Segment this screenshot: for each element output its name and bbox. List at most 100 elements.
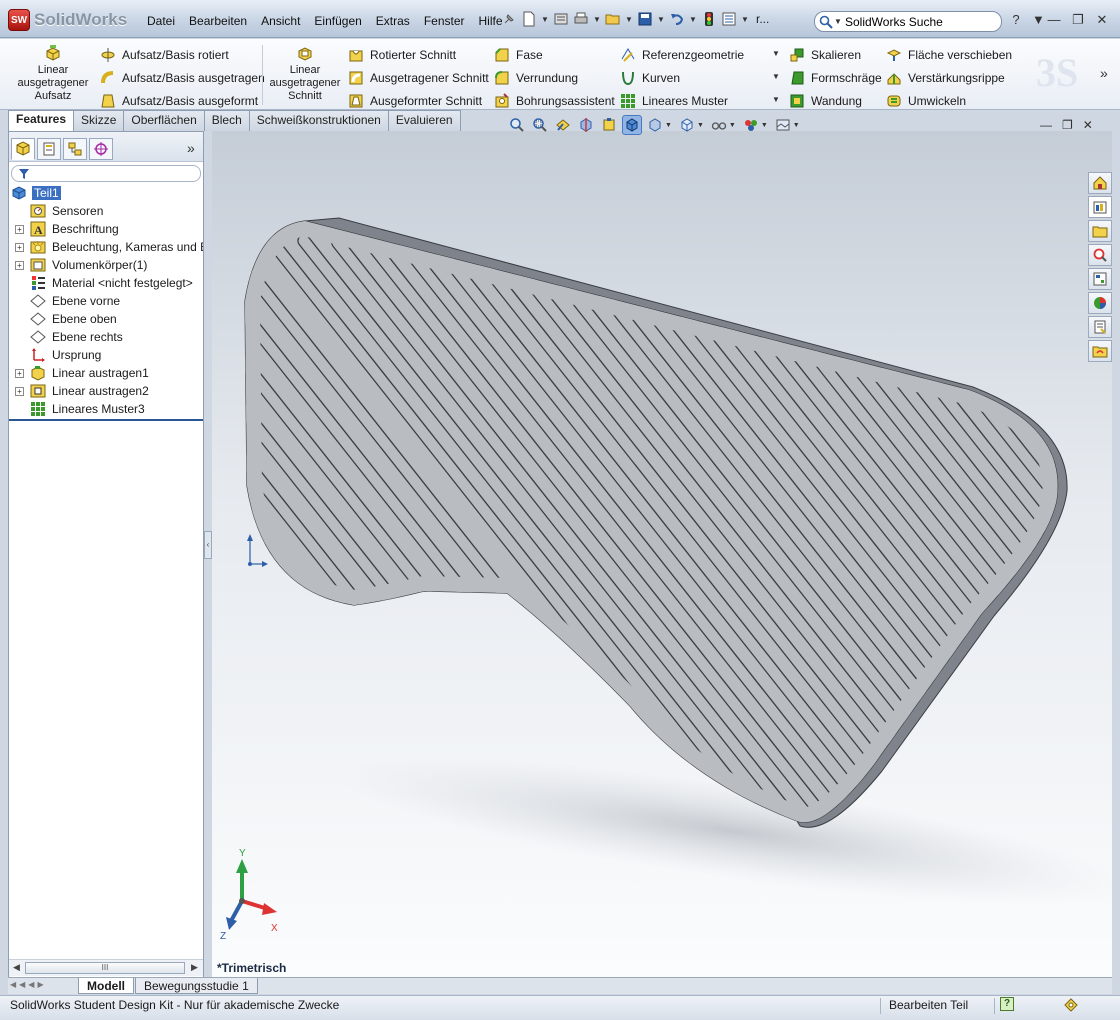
graphics-area[interactable]: Y X Z <box>212 131 1112 977</box>
search-box[interactable]: ▼ <box>814 11 1002 32</box>
tree-item-beschriftung[interactable]: + A Beschriftung <box>9 220 203 238</box>
open-folder-icon[interactable] <box>604 10 622 28</box>
tree-root-part[interactable]: Teil1 <box>9 184 203 202</box>
appearance-icon[interactable] <box>741 115 761 135</box>
options-icon[interactable] <box>720 10 738 28</box>
linear-pattern-dropdown[interactable]: ▼ <box>772 95 780 104</box>
hide-show-dropdown[interactable]: ▼ <box>697 122 704 129</box>
undo-dropdown-arrow[interactable]: ▼ <box>688 15 698 24</box>
close-button[interactable]: ✕ <box>1094 12 1110 28</box>
section-view-icon[interactable] <box>576 115 596 135</box>
fillet-button[interactable]: Verrundung <box>494 66 615 89</box>
doc-close-button[interactable]: ✕ <box>1083 118 1093 132</box>
print-setup-icon[interactable] <box>552 10 570 28</box>
view-orientation-icon[interactable] <box>622 115 642 135</box>
zoom-to-fit-icon[interactable] <box>507 115 527 135</box>
tab-modell[interactable]: Modell <box>78 978 134 994</box>
rib-button[interactable]: Verstärkungsrippe <box>886 66 1012 89</box>
expand-toggle[interactable]: + <box>15 369 24 378</box>
more-commands-chevron[interactable]: » <box>1100 65 1108 81</box>
chamfer-button[interactable]: Fase <box>494 43 615 66</box>
part-model-viewport[interactable]: Y X Z <box>212 131 1112 977</box>
save-dropdown-arrow[interactable]: ▼ <box>656 15 666 24</box>
revolved-cut-button[interactable]: Rotierter Schnitt <box>348 43 489 66</box>
pin-icon[interactable] <box>500 10 518 28</box>
help-dropdown-arrow[interactable]: ▼ <box>1032 12 1045 28</box>
menu-datei[interactable]: Datei <box>140 12 182 30</box>
expand-toggle[interactable]: + <box>15 261 24 270</box>
menu-fenster[interactable]: Fenster <box>417 12 472 30</box>
extruded-boss-button[interactable]: Linear ausgetragener Aufsatz <box>14 44 92 103</box>
tree-item-ebene-vorne[interactable]: Ebene vorne <box>9 292 203 310</box>
hole-wizard-button[interactable]: Bohrungsassistent <box>494 89 615 112</box>
doc-minimize-button[interactable]: — <box>1040 118 1052 132</box>
display-style-icon[interactable] <box>645 115 665 135</box>
configuration-manager-tab[interactable] <box>63 138 87 160</box>
wrap-button[interactable]: Umwickeln <box>886 89 1012 112</box>
menu-extras[interactable]: Extras <box>369 12 417 30</box>
reference-geometry-button[interactable]: Referenzgeometrie <box>620 43 744 66</box>
swept-cut-button[interactable]: Ausgetragener Schnitt <box>348 66 489 89</box>
search-input[interactable] <box>845 14 995 29</box>
print-dropdown-arrow[interactable]: ▼ <box>592 15 602 24</box>
minimize-button[interactable]: — <box>1046 12 1062 28</box>
tab-schweisskonstruktionen[interactable]: Schweißkonstruktionen <box>248 110 389 131</box>
expand-toggle[interactable]: + <box>15 225 24 234</box>
swept-boss-button[interactable]: Aufsatz/Basis ausgetragen <box>100 66 265 89</box>
task-pane-appearances[interactable] <box>1088 292 1112 314</box>
status-rebuild-icon[interactable] <box>1062 997 1080 1016</box>
new-dropdown-arrow[interactable]: ▼ <box>540 15 550 24</box>
linear-pattern-button[interactable]: Lineares Muster <box>620 89 744 112</box>
task-pane-file-explorer[interactable] <box>1088 220 1112 242</box>
tree-item-ebene-oben[interactable]: Ebene oben <box>9 310 203 328</box>
search-dropdown-arrow[interactable]: ▼ <box>833 17 843 26</box>
tree-item-ursprung[interactable]: Ursprung <box>9 346 203 364</box>
quick-access-overflow[interactable]: r... <box>756 12 769 26</box>
options-dropdown-arrow[interactable]: ▼ <box>740 15 750 24</box>
revolved-boss-button[interactable]: Aufsatz/Basis rotiert <box>100 43 265 66</box>
tab-navigation-arrows[interactable]: ◀◀◀▶ <box>10 980 47 989</box>
task-pane-recovery[interactable] <box>1088 340 1112 362</box>
expand-toggle[interactable]: + <box>15 243 24 252</box>
save-icon[interactable] <box>636 10 654 28</box>
open-dropdown-arrow[interactable]: ▼ <box>624 15 634 24</box>
new-document-icon[interactable] <box>520 10 538 28</box>
tree-item-linear-austragen2[interactable]: + Linear austragen2 <box>9 382 203 400</box>
tree-item-material[interactable]: Material <nicht festgelegt> <box>9 274 203 292</box>
horizontal-scrollbar[interactable]: ◀ III ▶ <box>9 959 203 976</box>
view-glasses-icon[interactable] <box>709 115 729 135</box>
expand-toggle[interactable]: + <box>15 387 24 396</box>
tab-features[interactable]: Features <box>8 110 75 131</box>
lofted-cut-button[interactable]: Ausgeformter Schnitt <box>348 89 489 112</box>
dynamic-annotation-view-icon[interactable] <box>599 115 619 135</box>
help-button[interactable]: ? <box>1008 12 1024 28</box>
task-pane-resources[interactable] <box>1088 172 1112 194</box>
panel-splitter[interactable]: ‹ <box>204 531 212 559</box>
tree-item-lineares-muster3[interactable]: Lineares Muster3 <box>9 400 203 418</box>
menu-ansicht[interactable]: Ansicht <box>254 12 307 30</box>
previous-view-icon[interactable] <box>553 115 573 135</box>
tab-blech[interactable]: Blech <box>203 110 250 131</box>
expand-panel-button[interactable]: » <box>187 140 195 156</box>
restore-button[interactable]: ❐ <box>1070 12 1086 28</box>
shell-button[interactable]: Wandung <box>789 89 882 112</box>
tree-item-sensoren[interactable]: Sensoren <box>9 202 203 220</box>
move-face-button[interactable]: Fläche verschieben <box>886 43 1012 66</box>
tree-item-volumenkoerper[interactable]: + Volumenkörper(1) <box>9 256 203 274</box>
app-logo[interactable]: SW SolidWorks <box>8 9 127 31</box>
zoom-area-icon[interactable] <box>530 115 550 135</box>
tab-oberflaechen[interactable]: Oberflächen <box>123 110 205 131</box>
print-icon[interactable] <box>572 10 590 28</box>
tab-bewegungsstudie[interactable]: Bewegungsstudie 1 <box>135 978 258 994</box>
search-icon[interactable] <box>819 13 833 31</box>
draft-button[interactable]: Formschräge <box>789 66 882 89</box>
doc-restore-button[interactable]: ❐ <box>1062 118 1073 132</box>
tree-item-linear-austragen1[interactable]: + Linear austragen1 <box>9 364 203 382</box>
property-manager-tab[interactable] <box>37 138 61 160</box>
scene-icon[interactable] <box>773 115 793 135</box>
menu-einfuegen[interactable]: Einfügen <box>307 12 368 30</box>
task-pane-design-library[interactable] <box>1088 196 1112 218</box>
scroll-left-arrow[interactable]: ◀ <box>13 962 20 973</box>
rebuild-traffic-light-icon[interactable] <box>700 10 718 28</box>
status-help-icon[interactable]: ? <box>1000 997 1014 1011</box>
